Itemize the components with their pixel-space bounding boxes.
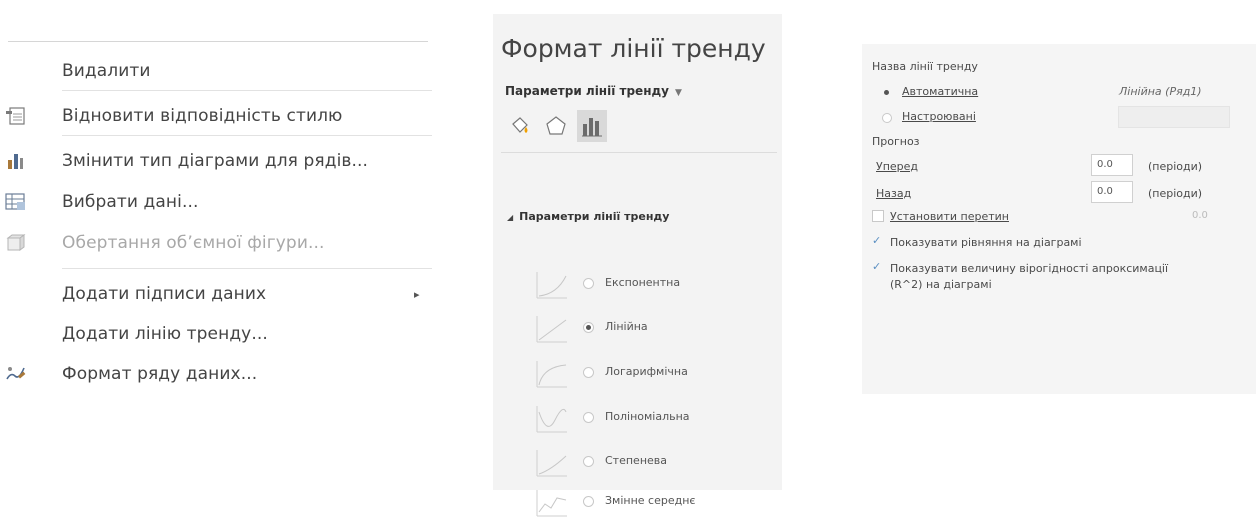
menu-item-reset-style[interactable]: Відновити відповідність стилю xyxy=(0,98,440,134)
fill-line-icon xyxy=(512,117,528,133)
pane-divider xyxy=(501,152,777,153)
menu-item-delete[interactable]: Видалити xyxy=(0,53,440,89)
format-trendline-pane: Формат лінії тренду Параметри лінії трен… xyxy=(493,14,782,517)
menu-item-label: Видалити xyxy=(62,61,151,81)
option-label: Степенева xyxy=(605,454,667,467)
tab-trendline-options[interactable] xyxy=(577,110,607,142)
show-r2-checkbox[interactable] xyxy=(872,260,884,275)
radio-linear[interactable] xyxy=(583,322,594,333)
forward-input[interactable]: 0.0 xyxy=(1091,154,1133,176)
radio-auto-name[interactable] xyxy=(882,88,892,98)
menu-item-label: Відновити відповідність стилю xyxy=(62,106,343,126)
menu-item-label: Вибрати дані... xyxy=(62,192,199,212)
forward-label: Уперед xyxy=(876,160,919,173)
rotation-3d-icon xyxy=(4,233,28,253)
radio-moving-average[interactable] xyxy=(583,496,594,507)
backward-unit: (періоди) xyxy=(1148,187,1203,200)
radio-exponential[interactable] xyxy=(583,278,594,289)
set-intercept-label: Установити перетин xyxy=(890,210,1009,223)
radio-logarithmic[interactable] xyxy=(583,367,594,378)
option-label: Експонентна xyxy=(605,276,681,289)
radio-power[interactable] xyxy=(583,456,594,467)
menu-item-add-trendline[interactable]: Додати лінію тренду... xyxy=(0,316,440,352)
pane-title: Формат лінії тренду xyxy=(501,34,766,63)
trend-option-moving-average[interactable]: Змінне середнє xyxy=(533,482,773,526)
chevron-down-icon: ▼ xyxy=(675,88,682,98)
option-label: Лінійна xyxy=(605,320,648,333)
logarithmic-trend-icon xyxy=(536,361,567,388)
tab-fill-line[interactable] xyxy=(505,110,535,142)
menu-item-add-data-labels[interactable]: Додати підписи даних ▸ xyxy=(0,276,440,312)
menu-item-label: Обертання об’ємної фігури... xyxy=(62,233,325,253)
power-trend-icon xyxy=(536,450,567,477)
show-equation-checkbox[interactable] xyxy=(872,234,884,249)
section-title: Параметри лінії тренду xyxy=(519,210,670,223)
radio-polynomial[interactable] xyxy=(583,412,594,423)
polynomial-trend-icon xyxy=(536,406,567,433)
show-r2-label-cont: (R^2) на діаграмі xyxy=(890,278,992,291)
menu-item-change-chart-type[interactable]: Змінити тип діаграми для рядів... xyxy=(0,143,440,179)
option-label: Змінне середнє xyxy=(605,494,696,507)
set-intercept-checkbox[interactable] xyxy=(872,210,884,222)
menu-top-divider xyxy=(8,41,428,42)
exponential-trend-icon xyxy=(536,272,567,299)
reset-style-icon xyxy=(4,106,28,126)
moving-average-trend-icon xyxy=(536,490,567,517)
intercept-value: 0.0 xyxy=(1192,210,1208,221)
menu-item-label: Формат ряду даних... xyxy=(62,364,258,384)
format-series-icon xyxy=(4,364,28,384)
show-r2-label: Показувати величину вірогідності апрокси… xyxy=(890,262,1169,275)
collapse-triangle-icon: ◢ xyxy=(507,213,514,222)
trend-option-exponential[interactable]: Експонентна xyxy=(533,264,773,308)
chart-type-icon xyxy=(4,151,28,171)
trend-option-linear[interactable]: Лінійна xyxy=(533,308,773,352)
trend-option-power[interactable]: Степенева xyxy=(533,442,773,486)
auto-name-value: Лінійна (Ряд1) xyxy=(1119,85,1202,98)
section-trendline-options[interactable]: ◢ Параметри лінії тренду xyxy=(507,210,669,223)
trendline-options-icon xyxy=(582,118,602,137)
select-data-icon xyxy=(4,192,28,212)
menu-item-format-series[interactable]: Формат ряду даних... xyxy=(0,356,440,392)
trendline-name-heading: Назва лінії тренду xyxy=(872,60,978,73)
backward-input[interactable]: 0.0 xyxy=(1091,181,1133,203)
trend-option-polynomial[interactable]: Поліноміальна xyxy=(533,398,773,442)
backward-label: Назад xyxy=(876,187,912,200)
menu-divider xyxy=(62,135,432,136)
forward-unit: (періоди) xyxy=(1148,160,1203,173)
context-menu: Видалити Відновити відповідність стилю З… xyxy=(0,0,440,490)
menu-item-label: Додати лінію тренду... xyxy=(62,324,268,344)
tab-effects[interactable] xyxy=(541,110,571,142)
radio-custom-name[interactable] xyxy=(882,113,892,123)
menu-item-label: Додати підписи даних xyxy=(62,284,267,304)
effects-pentagon-icon xyxy=(546,116,566,135)
trendline-options-panel: Назва лінії тренду Автоматична Лінійна (… xyxy=(862,44,1256,394)
auto-name-label: Автоматична xyxy=(902,85,979,98)
pane-subtitle: Параметри лінії тренду xyxy=(505,84,669,98)
menu-divider xyxy=(62,268,432,269)
forecast-heading: Прогноз xyxy=(872,135,920,148)
menu-item-label: Змінити тип діаграми для рядів... xyxy=(62,151,369,171)
pane-options-dropdown[interactable]: Параметри лінії тренду ▼ xyxy=(505,84,682,98)
menu-divider xyxy=(62,90,432,91)
linear-trend-icon xyxy=(536,316,567,343)
show-equation-label: Показувати рівняння на діаграмі xyxy=(890,236,1082,249)
trend-option-logarithmic[interactable]: Логарифмічна xyxy=(533,353,773,397)
custom-name-input[interactable] xyxy=(1118,106,1230,128)
menu-item-3d-rotation: Обертання об’ємної фігури... xyxy=(0,225,440,261)
menu-item-select-data[interactable]: Вибрати дані... xyxy=(0,184,440,220)
custom-name-label: Настроювані xyxy=(902,110,976,123)
submenu-arrow-icon: ▸ xyxy=(414,287,420,301)
option-label: Логарифмічна xyxy=(605,365,688,378)
option-label: Поліноміальна xyxy=(605,410,690,423)
